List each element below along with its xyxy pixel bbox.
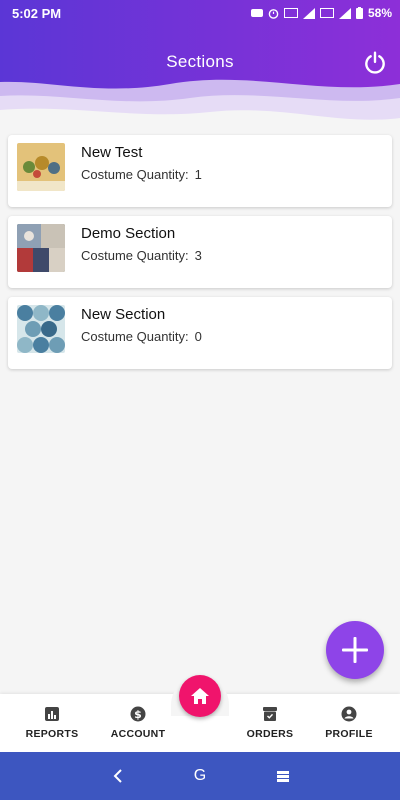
quantity-label: Costume Quantity: (81, 167, 189, 182)
signal-icon-2 (338, 7, 351, 19)
recents-icon (277, 771, 289, 782)
quantity-value: 1 (194, 167, 202, 182)
page-title: Sections (166, 52, 234, 71)
system-home-label: G (193, 767, 207, 784)
costume-quantity: Costume Quantity: 1 (81, 167, 202, 182)
battery-icon (355, 7, 363, 19)
costume-quantity: Costume Quantity: 3 (81, 248, 202, 263)
costume-quantity: Costume Quantity: 0 (81, 329, 202, 344)
person-icon (341, 706, 357, 722)
nav-profile-label: PROFILE (325, 728, 373, 740)
svg-text:$: $ (134, 708, 142, 721)
box-icon (263, 707, 277, 721)
section-list: New Test Costume Quantity: 1 Demo Section… (8, 135, 392, 378)
volte-icon (283, 8, 298, 18)
section-name: New Section (81, 306, 166, 323)
status-icons: 58% (250, 6, 392, 20)
power-icon (365, 51, 385, 74)
section-thumbnail (17, 224, 65, 272)
section-card[interactable]: New Test Costume Quantity: 1 (8, 135, 392, 207)
nav-account[interactable]: $ ACCOUNT (93, 706, 183, 740)
quantity-value: 0 (194, 329, 202, 344)
quantity-label: Costume Quantity: (81, 248, 189, 263)
section-card[interactable]: New Section Costume Quantity: 0 (8, 297, 392, 369)
section-card[interactable]: Demo Section Costume Quantity: 3 (8, 216, 392, 288)
alarm-icon (268, 8, 279, 19)
nav-profile[interactable]: PROFILE (304, 706, 394, 740)
nav-orders[interactable]: ORDERS (225, 706, 315, 740)
status-bar: 5:02 PM 58% (0, 0, 400, 26)
nav-orders-label: ORDERS (246, 728, 294, 740)
system-home-button[interactable]: G (190, 766, 210, 786)
dollar-icon: $ (130, 706, 146, 722)
nav-reports-label: REPORTS (25, 728, 79, 740)
section-name: New Test (81, 144, 143, 161)
system-recents-button[interactable] (273, 766, 293, 786)
message-icon (250, 9, 263, 17)
quantity-label: Costume Quantity: (81, 329, 189, 344)
status-time: 5:02 PM (12, 5, 62, 21)
section-name: Demo Section (81, 225, 176, 242)
back-icon (113, 769, 122, 783)
nav-reports[interactable]: REPORTS (7, 706, 97, 740)
volte-icon-2 (319, 8, 334, 18)
home-button[interactable] (179, 675, 221, 717)
system-back-button[interactable] (108, 766, 128, 786)
home-icon (191, 688, 209, 704)
nav-account-label: ACCOUNT (110, 728, 166, 740)
quantity-value: 3 (194, 248, 202, 263)
signal-icon (302, 7, 315, 19)
power-button[interactable] (362, 50, 388, 76)
battery-percent: 58% (367, 6, 392, 20)
section-thumbnail (17, 305, 65, 353)
reports-icon (45, 707, 59, 721)
section-thumbnail (17, 143, 65, 191)
add-section-button[interactable] (326, 621, 384, 679)
plus-icon (342, 637, 368, 663)
system-nav-bar: G (0, 752, 400, 800)
